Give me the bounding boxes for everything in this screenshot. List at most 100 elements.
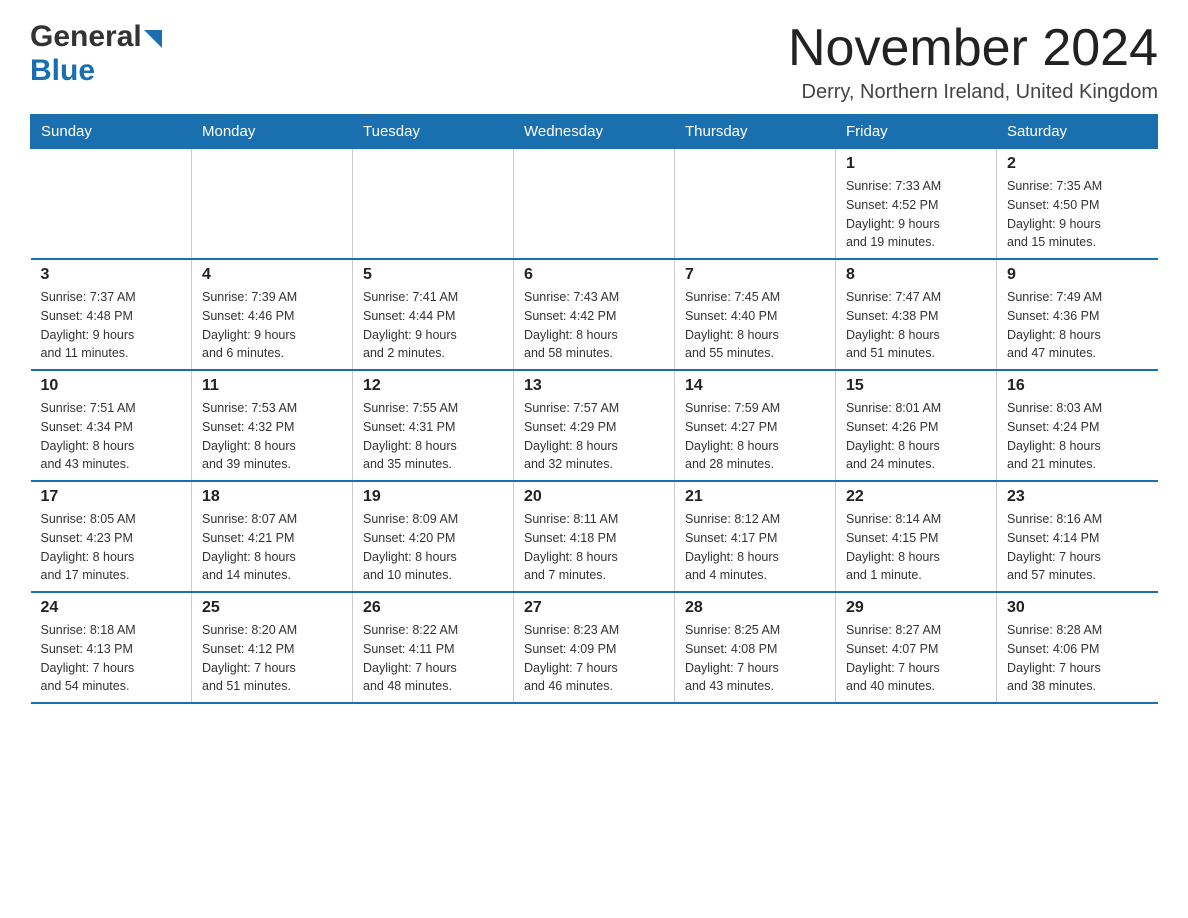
day-info: Sunrise: 8:20 AM Sunset: 4:12 PM Dayligh… xyxy=(202,621,342,696)
col-sunday: Sunday xyxy=(31,115,192,149)
day-info: Sunrise: 7:49 AM Sunset: 4:36 PM Dayligh… xyxy=(1007,288,1148,363)
col-wednesday: Wednesday xyxy=(514,115,675,149)
calendar-cell: 2Sunrise: 7:35 AM Sunset: 4:50 PM Daylig… xyxy=(997,149,1158,260)
calendar-cell: 27 Sunrise: 8:23 AM Sunset: 4:09 PM Dayli… xyxy=(514,592,675,703)
calendar-cell: 15 Sunrise: 8:01 AM Sunset: 4:26 PM Dayli… xyxy=(836,370,997,481)
day-info: Sunrise: 8:28 AM Sunset: 4:06 PM Dayligh… xyxy=(1007,621,1148,696)
day-info: Sunrise: 8:22 AM Sunset: 4:11 PM Dayligh… xyxy=(363,621,503,696)
day-info: Sunrise: 7:37 AM Sunset: 4:48 PM Dayligh… xyxy=(41,288,182,363)
day-info: Sunrise: 7:39 AM Sunset: 4:46 PM Dayligh… xyxy=(202,288,342,363)
calendar-cell: 12 Sunrise: 7:55 AM Sunset: 4:31 PM Dayli… xyxy=(353,370,514,481)
calendar-cell: 25 Sunrise: 8:20 AM Sunset: 4:12 PM Dayli… xyxy=(192,592,353,703)
page-header: General Blue November 2024 Derry, Northe… xyxy=(30,20,1158,104)
day-number: 22 xyxy=(846,488,986,506)
day-info: Sunrise: 8:18 AM Sunset: 4:13 PM Dayligh… xyxy=(41,621,182,696)
col-monday: Monday xyxy=(192,115,353,149)
calendar-cell: 16Sunrise: 8:03 AM Sunset: 4:24 PM Dayli… xyxy=(997,370,1158,481)
day-number: 26 xyxy=(363,599,503,617)
day-info: Sunrise: 8:11 AM Sunset: 4:18 PM Dayligh… xyxy=(524,510,664,585)
calendar-week-4: 17 Sunrise: 8:05 AM Sunset: 4:23 PM Dayli… xyxy=(31,481,1158,592)
month-title: November 2024 xyxy=(788,20,1158,77)
day-info: Sunrise: 7:53 AM Sunset: 4:32 PM Dayligh… xyxy=(202,399,342,474)
calendar-cell xyxy=(31,149,192,260)
calendar-cell: 13Sunrise: 7:57 AM Sunset: 4:29 PM Dayli… xyxy=(514,370,675,481)
day-number: 5 xyxy=(363,266,503,284)
day-number: 17 xyxy=(41,488,182,506)
calendar-cell xyxy=(514,149,675,260)
day-info: Sunrise: 7:33 AM Sunset: 4:52 PM Dayligh… xyxy=(846,177,986,252)
calendar-cell: 22 Sunrise: 8:14 AM Sunset: 4:15 PM Dayli… xyxy=(836,481,997,592)
day-info: Sunrise: 8:01 AM Sunset: 4:26 PM Dayligh… xyxy=(846,399,986,474)
day-info: Sunrise: 8:14 AM Sunset: 4:15 PM Dayligh… xyxy=(846,510,986,585)
day-info: Sunrise: 8:27 AM Sunset: 4:07 PM Dayligh… xyxy=(846,621,986,696)
day-number: 16 xyxy=(1007,377,1148,395)
calendar-cell: 11 Sunrise: 7:53 AM Sunset: 4:32 PM Dayli… xyxy=(192,370,353,481)
calendar-cell: 26 Sunrise: 8:22 AM Sunset: 4:11 PM Dayli… xyxy=(353,592,514,703)
calendar-week-2: 3 Sunrise: 7:37 AM Sunset: 4:48 PM Daylig… xyxy=(31,259,1158,370)
day-info: Sunrise: 8:25 AM Sunset: 4:08 PM Dayligh… xyxy=(685,621,825,696)
logo-triangle-icon xyxy=(144,26,162,53)
day-number: 3 xyxy=(41,266,182,284)
logo-general: General xyxy=(30,20,142,54)
day-number: 28 xyxy=(685,599,825,617)
day-info: Sunrise: 8:23 AM Sunset: 4:09 PM Dayligh… xyxy=(524,621,664,696)
day-info: Sunrise: 8:16 AM Sunset: 4:14 PM Dayligh… xyxy=(1007,510,1148,585)
day-number: 11 xyxy=(202,377,342,395)
calendar-cell: 3 Sunrise: 7:37 AM Sunset: 4:48 PM Daylig… xyxy=(31,259,192,370)
day-number: 7 xyxy=(685,266,825,284)
calendar-cell: 6 Sunrise: 7:43 AM Sunset: 4:42 PM Daylig… xyxy=(514,259,675,370)
day-number: 18 xyxy=(202,488,342,506)
calendar-cell: 1 Sunrise: 7:33 AM Sunset: 4:52 PM Daylig… xyxy=(836,149,997,260)
day-number: 19 xyxy=(363,488,503,506)
day-info: Sunrise: 7:57 AM Sunset: 4:29 PM Dayligh… xyxy=(524,399,664,474)
day-number: 14 xyxy=(685,377,825,395)
day-number: 27 xyxy=(524,599,664,617)
calendar-cell: 24 Sunrise: 8:18 AM Sunset: 4:13 PM Dayli… xyxy=(31,592,192,703)
day-info: Sunrise: 7:41 AM Sunset: 4:44 PM Dayligh… xyxy=(363,288,503,363)
calendar-cell: 5 Sunrise: 7:41 AM Sunset: 4:44 PM Daylig… xyxy=(353,259,514,370)
day-info: Sunrise: 7:45 AM Sunset: 4:40 PM Dayligh… xyxy=(685,288,825,363)
col-thursday: Thursday xyxy=(675,115,836,149)
day-info: Sunrise: 8:07 AM Sunset: 4:21 PM Dayligh… xyxy=(202,510,342,585)
col-tuesday: Tuesday xyxy=(353,115,514,149)
day-number: 25 xyxy=(202,599,342,617)
calendar-cell xyxy=(353,149,514,260)
calendar-header-row: Sunday Monday Tuesday Wednesday Thursday… xyxy=(31,115,1158,149)
day-number: 6 xyxy=(524,266,664,284)
day-info: Sunrise: 7:47 AM Sunset: 4:38 PM Dayligh… xyxy=(846,288,986,363)
day-number: 9 xyxy=(1007,266,1148,284)
day-number: 8 xyxy=(846,266,986,284)
day-number: 30 xyxy=(1007,599,1148,617)
day-number: 12 xyxy=(363,377,503,395)
calendar-cell: 7 Sunrise: 7:45 AM Sunset: 4:40 PM Daylig… xyxy=(675,259,836,370)
calendar-cell: 29 Sunrise: 8:27 AM Sunset: 4:07 PM Dayli… xyxy=(836,592,997,703)
day-info: Sunrise: 7:51 AM Sunset: 4:34 PM Dayligh… xyxy=(41,399,182,474)
calendar-cell: 30 Sunrise: 8:28 AM Sunset: 4:06 PM Dayli… xyxy=(997,592,1158,703)
day-info: Sunrise: 8:12 AM Sunset: 4:17 PM Dayligh… xyxy=(685,510,825,585)
col-friday: Friday xyxy=(836,115,997,149)
calendar-cell: 14Sunrise: 7:59 AM Sunset: 4:27 PM Dayli… xyxy=(675,370,836,481)
day-number: 20 xyxy=(524,488,664,506)
calendar-cell: 21Sunrise: 8:12 AM Sunset: 4:17 PM Dayli… xyxy=(675,481,836,592)
calendar-cell xyxy=(675,149,836,260)
day-number: 10 xyxy=(41,377,182,395)
calendar-cell: 4 Sunrise: 7:39 AM Sunset: 4:46 PM Daylig… xyxy=(192,259,353,370)
logo-blue: Blue xyxy=(30,54,95,87)
day-number: 15 xyxy=(846,377,986,395)
calendar-cell: 23Sunrise: 8:16 AM Sunset: 4:14 PM Dayli… xyxy=(997,481,1158,592)
day-number: 1 xyxy=(846,155,986,173)
calendar-cell: 17 Sunrise: 8:05 AM Sunset: 4:23 PM Dayli… xyxy=(31,481,192,592)
col-saturday: Saturday xyxy=(997,115,1158,149)
calendar-cell: 9 Sunrise: 7:49 AM Sunset: 4:36 PM Daylig… xyxy=(997,259,1158,370)
calendar-cell xyxy=(192,149,353,260)
day-info: Sunrise: 8:05 AM Sunset: 4:23 PM Dayligh… xyxy=(41,510,182,585)
calendar-week-1: 1 Sunrise: 7:33 AM Sunset: 4:52 PM Daylig… xyxy=(31,149,1158,260)
title-block: November 2024 Derry, Northern Ireland, U… xyxy=(788,20,1158,104)
calendar-cell: 28 Sunrise: 8:25 AM Sunset: 4:08 PM Dayli… xyxy=(675,592,836,703)
day-info: Sunrise: 7:43 AM Sunset: 4:42 PM Dayligh… xyxy=(524,288,664,363)
day-number: 29 xyxy=(846,599,986,617)
day-number: 24 xyxy=(41,599,182,617)
day-number: 4 xyxy=(202,266,342,284)
calendar-week-3: 10 Sunrise: 7:51 AM Sunset: 4:34 PM Dayli… xyxy=(31,370,1158,481)
day-info: Sunrise: 7:55 AM Sunset: 4:31 PM Dayligh… xyxy=(363,399,503,474)
